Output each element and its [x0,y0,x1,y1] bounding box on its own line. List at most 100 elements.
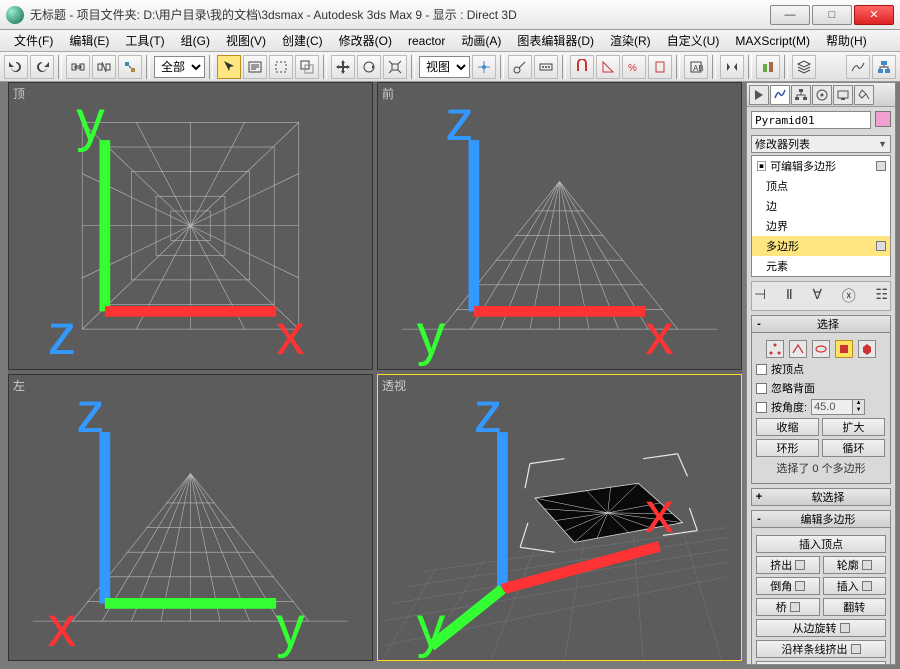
by-angle-checkbox[interactable] [756,402,767,413]
bevel-button[interactable]: 倒角 [756,577,820,595]
by-vertex-checkbox[interactable] [756,364,767,375]
extrude-spline-button[interactable]: 沿样条线挤出 [756,640,886,658]
tab-motion[interactable] [812,85,832,105]
edit-tri-button[interactable]: 编辑三角剖分 [756,661,886,665]
link-button[interactable] [66,55,90,79]
rollout-selection-header[interactable]: -选择 [751,315,891,333]
select-by-name-button[interactable] [243,55,267,79]
menu-graph[interactable]: 图表编辑器(D) [509,30,602,51]
configure-sets-icon[interactable]: ☷ [875,286,888,306]
layers-button[interactable] [792,55,816,79]
ref-coord-system[interactable]: 视图 [419,56,470,78]
menu-group[interactable]: 组(G) [173,30,218,51]
close-button[interactable]: ✕ [854,5,894,25]
select-object-button[interactable] [217,55,241,79]
modifier-stack[interactable]: ▣ 可编辑多边形 顶点 边 边界 多边形 元素 [751,155,891,277]
svg-text:x: x [645,303,674,367]
ignore-backfacing-checkbox[interactable] [756,383,767,394]
menu-views[interactable]: 视图(V) [218,30,274,51]
keyboard-shortcut-button[interactable] [534,55,558,79]
menu-edit[interactable]: 编辑(E) [61,30,117,51]
stack-element[interactable]: 元素 [752,256,890,276]
unlink-button[interactable] [92,55,116,79]
tab-utilities[interactable] [854,85,874,105]
menu-modifiers[interactable]: 修改器(O) [331,30,400,51]
viewport-perspective[interactable]: 透视 zxy [377,374,742,662]
menu-file[interactable]: 文件(F) [6,30,61,51]
object-color-swatch[interactable] [875,111,891,127]
angle-snap-button[interactable] [596,55,620,79]
angle-spinner[interactable]: ▲▼ [811,399,865,415]
panel-tabs [747,83,895,107]
tab-hierarchy[interactable] [791,85,811,105]
make-unique-icon[interactable]: ∀ [812,286,822,306]
tab-create[interactable] [749,85,769,105]
remove-modifier-icon[interactable]: ⓧ [842,286,856,306]
extrude-button[interactable]: 挤出 [756,556,820,574]
so-vertex-button[interactable] [766,340,784,358]
viewport-left[interactable]: 左 zyx [8,374,373,662]
object-name-field[interactable] [751,111,871,129]
menu-maxscript[interactable]: MAXScript(M) [727,32,818,50]
hinge-edge-button[interactable]: 从边旋转 [756,619,886,637]
menu-animation[interactable]: 动画(A) [453,30,509,51]
svg-text:y: y [417,595,446,659]
minimize-button[interactable]: — [770,5,810,25]
loop-button[interactable]: 循环 [822,439,885,457]
tab-display[interactable] [833,85,853,105]
menu-create[interactable]: 创建(C) [274,30,331,51]
schematic-view-button[interactable] [872,55,896,79]
use-pivot-button[interactable] [472,55,496,79]
so-polygon-button[interactable] [835,340,853,358]
flip-button[interactable]: 翻转 [823,598,887,616]
window-crossing-button[interactable] [295,55,319,79]
rotate-button[interactable] [357,55,381,79]
named-sel-sets-button[interactable]: ABC [684,55,708,79]
rollout-editpoly: 插入顶点 挤出 轮廓 倒角 插入 桥 翻转 从边旋转 沿样条线挤出 编辑三角剖分… [751,528,891,665]
so-edge-button[interactable] [789,340,807,358]
align-button[interactable] [756,55,780,79]
menu-tools[interactable]: 工具(T) [117,30,172,51]
menu-customize[interactable]: 自定义(U) [659,30,728,51]
ring-button[interactable]: 环形 [756,439,819,457]
modifier-list-dropdown[interactable]: 修改器列表 [751,135,891,153]
inset-button[interactable]: 插入 [823,577,887,595]
pin-stack-icon[interactable]: ⊣ [754,286,766,306]
grow-button[interactable]: 扩大 [822,418,885,436]
select-region-button[interactable] [269,55,293,79]
outline-button[interactable]: 轮廓 [823,556,887,574]
scale-button[interactable] [383,55,407,79]
curve-editor-button[interactable] [846,55,870,79]
rollout-softsel-header[interactable]: +软选择 [751,488,891,506]
spinner-snap-button[interactable] [648,55,672,79]
select-manipulate-button[interactable] [508,55,532,79]
stack-vertex[interactable]: 顶点 [752,176,890,196]
stack-edge[interactable]: 边 [752,196,890,216]
stack-root[interactable]: ▣ 可编辑多边形 [752,156,890,176]
insert-vertex-button[interactable]: 插入顶点 [756,535,886,553]
percent-snap-button[interactable]: % [622,55,646,79]
show-result-icon[interactable]: Ⅱ [786,286,793,306]
redo-button[interactable] [30,55,54,79]
selection-filter[interactable]: 全部 [154,56,205,78]
move-button[interactable] [331,55,355,79]
mirror-button[interactable] [720,55,744,79]
viewport-front[interactable]: 前 zxy [377,82,742,370]
viewport-top[interactable]: 顶 yxz [8,82,373,370]
menu-reactor[interactable]: reactor [400,32,453,50]
tab-modify[interactable] [770,85,790,105]
stack-border[interactable]: 边界 [752,216,890,236]
shrink-button[interactable]: 收缩 [756,418,819,436]
maximize-button[interactable]: □ [812,5,852,25]
so-element-button[interactable] [858,340,876,358]
bind-button[interactable] [118,55,142,79]
snap-toggle-button[interactable] [570,55,594,79]
bridge-button[interactable]: 桥 [756,598,820,616]
menu-rendering[interactable]: 渲染(R) [602,30,659,51]
rollout-editpoly-header[interactable]: -编辑多边形 [751,510,891,528]
stack-polygon[interactable]: 多边形 [752,236,890,256]
undo-button[interactable] [4,55,28,79]
so-border-button[interactable] [812,340,830,358]
menu-help[interactable]: 帮助(H) [818,30,875,51]
svg-text:x: x [48,595,77,659]
